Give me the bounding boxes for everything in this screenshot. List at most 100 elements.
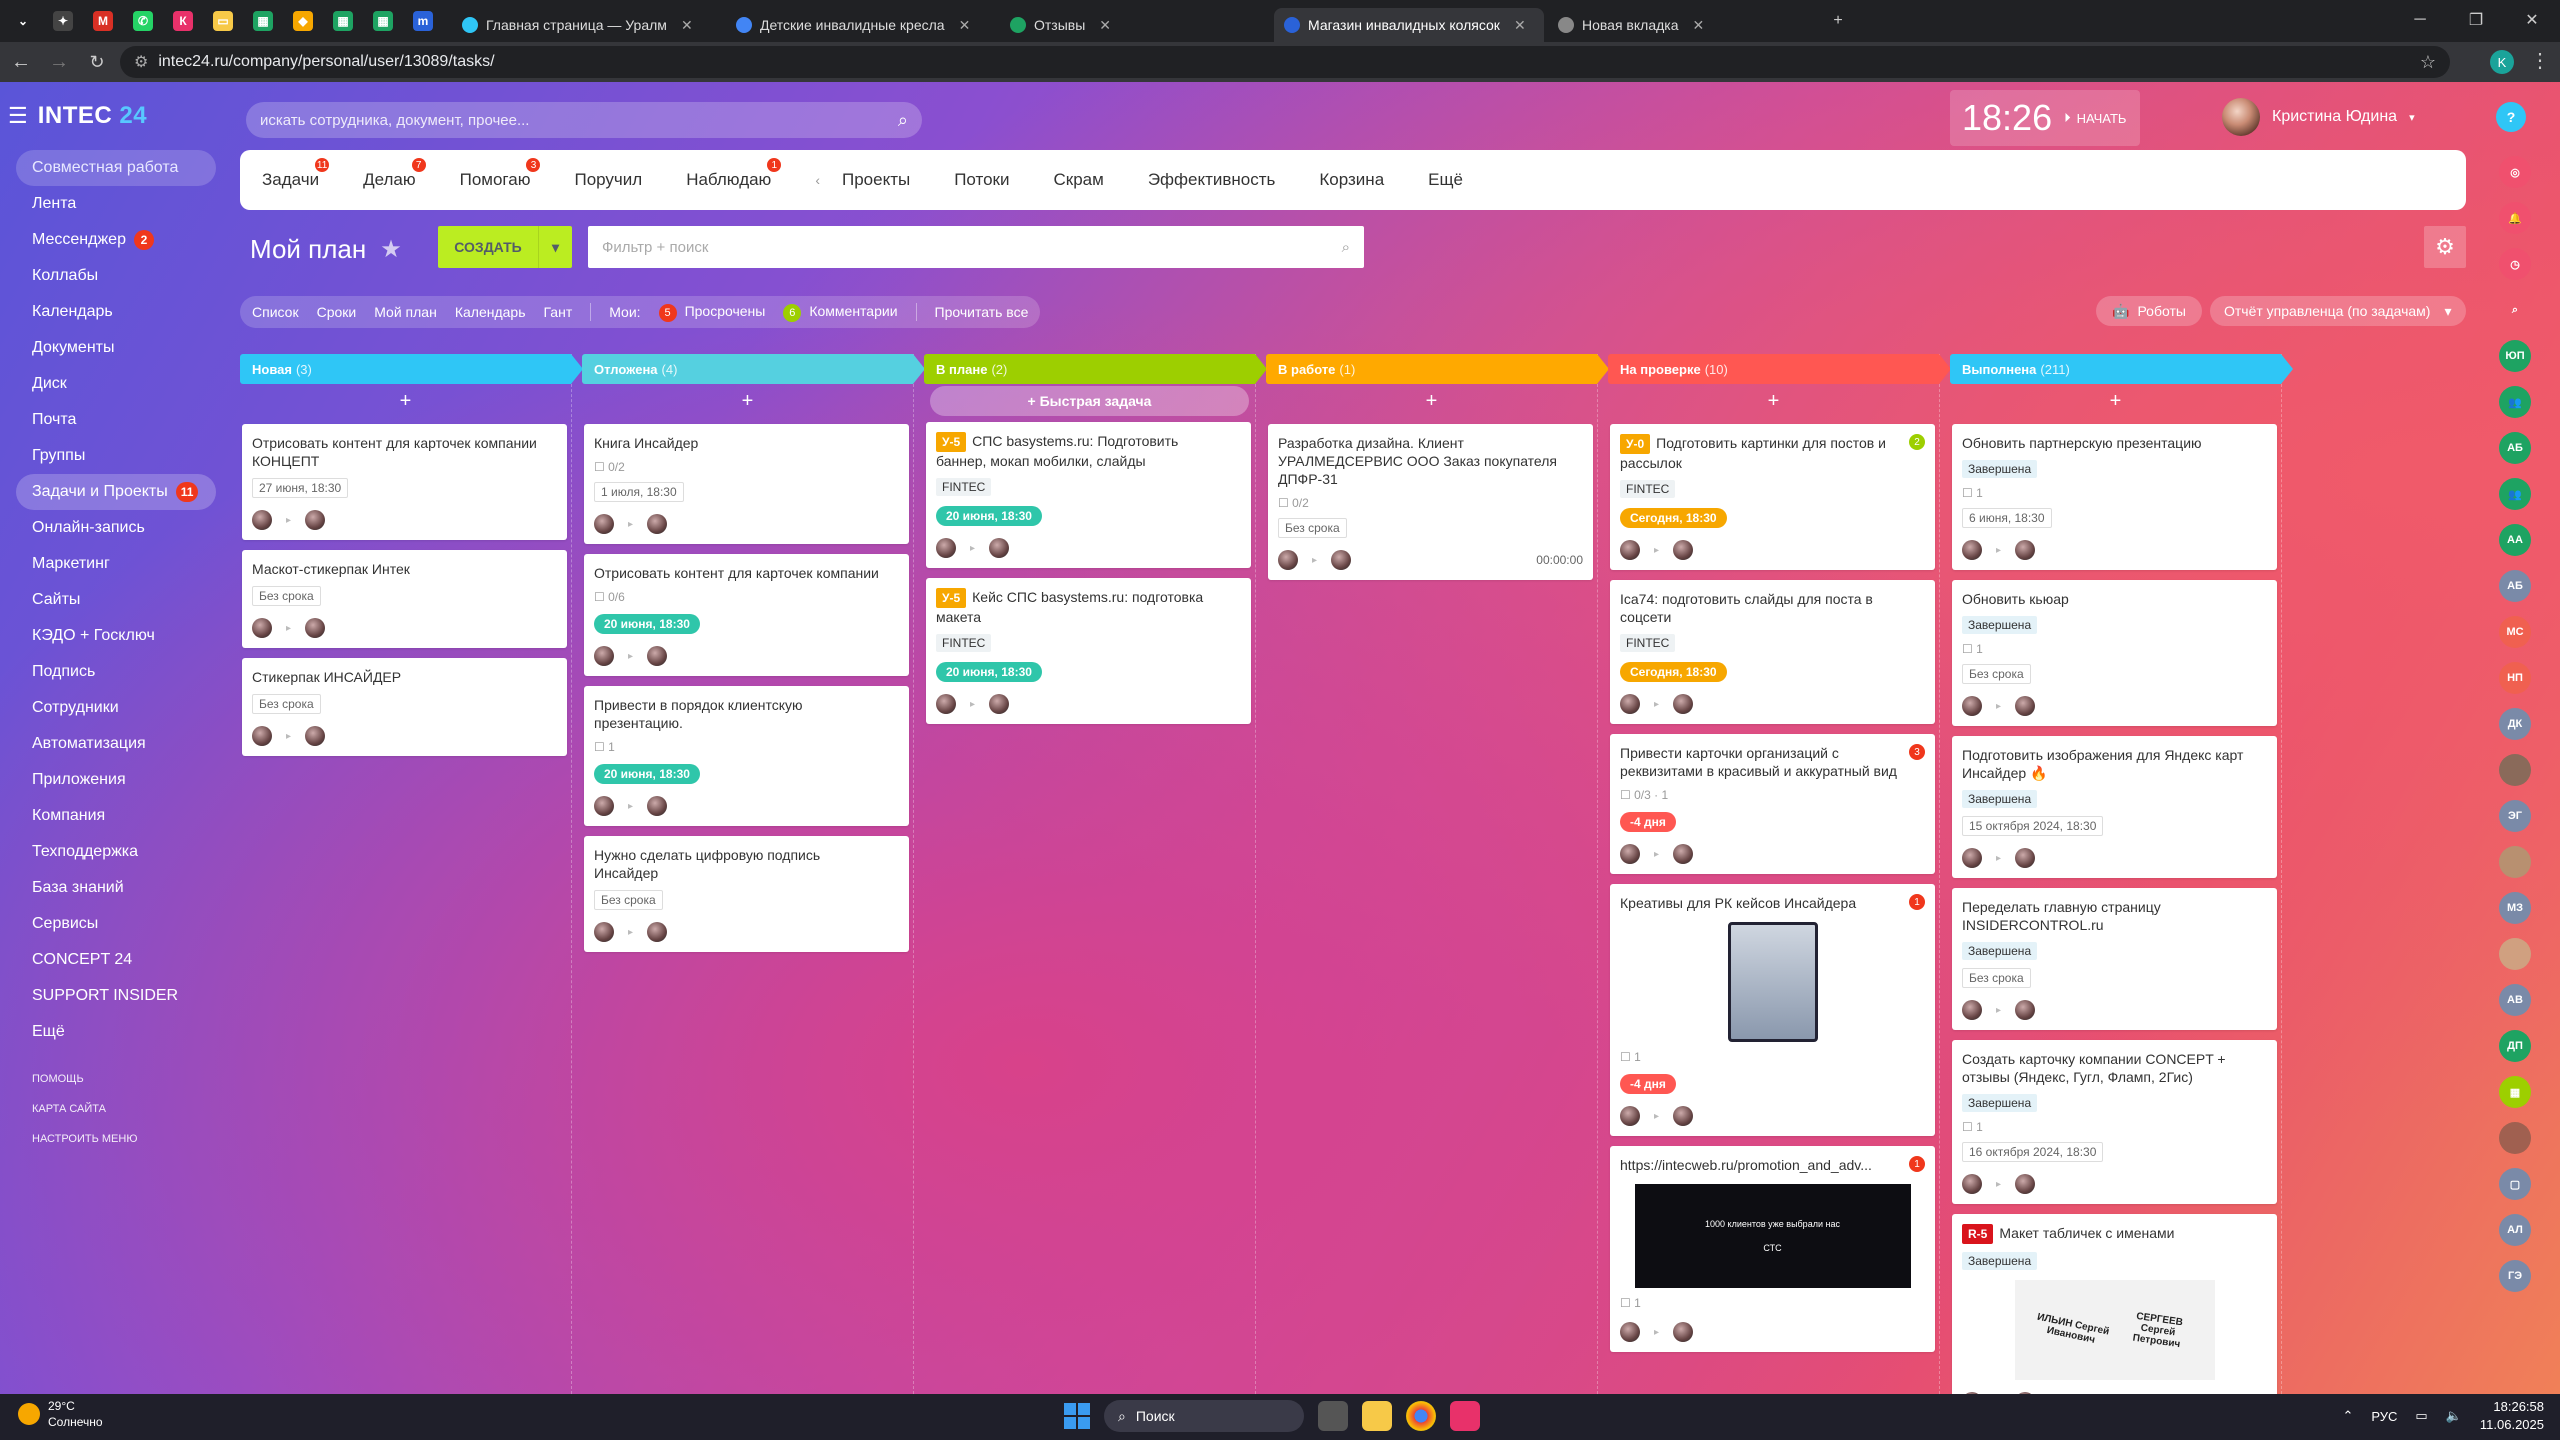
task-title[interactable]: Креативы для РК кейсов Инсайдера	[1620, 894, 1925, 912]
responsible-avatar[interactable]	[2015, 540, 2036, 560]
read-all-link[interactable]: Прочитать все	[935, 304, 1029, 320]
view-tab[interactable]: Гант	[544, 304, 573, 320]
creator-avatar[interactable]	[1962, 1174, 1982, 1194]
search-icon[interactable]: ⌕	[1342, 239, 1350, 256]
overdue-filter[interactable]: 5 Просрочены	[658, 303, 765, 322]
creator-avatar[interactable]	[1962, 540, 1982, 560]
top-nav-item[interactable]: Наблюдаю 1	[686, 158, 782, 190]
contact-avatar[interactable]: АЛ	[2499, 1214, 2531, 1246]
creator-avatar[interactable]	[1620, 844, 1640, 864]
creator-avatar[interactable]	[252, 726, 272, 746]
view-tab[interactable]: Список	[252, 304, 299, 320]
left-menu-item[interactable]: Сервисы	[16, 906, 216, 942]
task-title[interactable]: У-0 Подготовить картинки для постов и рас…	[1620, 434, 1925, 472]
pinned-tab[interactable]: ▦	[246, 6, 280, 36]
creator-avatar[interactable]	[1962, 696, 1982, 716]
left-menu-item[interactable]: Ещё	[16, 1014, 216, 1050]
new-tab-button[interactable]: +	[1818, 0, 1858, 42]
favorite-star-icon[interactable]: ★	[380, 235, 402, 264]
top-nav-item[interactable]: Ещё	[1428, 170, 1463, 190]
task-deadline[interactable]: Без срока	[252, 586, 321, 606]
left-menu-item[interactable]: Мессенджер 2	[16, 222, 216, 258]
task-card[interactable]: Обновить кьюар Завершена ☐ 1 Без срока ▸	[1952, 580, 2277, 726]
contact-avatar[interactable]	[2499, 754, 2531, 786]
volume-icon[interactable]: 🔈	[2446, 1408, 2462, 1424]
left-menu-item[interactable]: Календарь	[16, 294, 216, 330]
left-menu-link[interactable]: НАСТРОИТЬ МЕНЮ	[16, 1124, 216, 1154]
task-tag[interactable]: FINTEC	[936, 634, 992, 652]
task-card[interactable]: Отрисовать контент для карточек компании…	[242, 424, 567, 540]
browser-tab[interactable]: Отзывы ✕	[1000, 8, 1270, 42]
responsible-avatar[interactable]	[1673, 694, 1694, 714]
contact-avatar[interactable]: ЭГ	[2499, 800, 2531, 832]
close-tab-icon[interactable]: ✕	[1693, 17, 1705, 34]
creator-avatar[interactable]	[252, 510, 272, 530]
app-icon[interactable]	[1450, 1401, 1480, 1431]
left-menu-item[interactable]: Сотрудники	[16, 690, 216, 726]
start-workday-button[interactable]: ⏵ НАЧАТЬ	[2064, 110, 2126, 126]
task-title[interactable]: У-5 СПС basystems.ru: Подготовить баннер,…	[936, 432, 1241, 470]
task-card[interactable]: Книга Инсайдер ☐ 0/2 1 июля, 18:30 ▸	[584, 424, 909, 544]
reload-icon[interactable]: ↻	[80, 45, 114, 79]
left-menu-item[interactable]: SUPPORT INSIDER	[16, 978, 216, 1014]
view-tab[interactable]: Календарь	[455, 304, 526, 320]
responsible-avatar[interactable]	[989, 694, 1010, 714]
creator-avatar[interactable]	[936, 538, 956, 558]
responsible-avatar[interactable]	[1673, 1322, 1694, 1342]
creator-avatar[interactable]	[594, 514, 614, 534]
responsible-avatar[interactable]	[305, 726, 326, 746]
worktime-widget[interactable]: 18:26 ⏵ НАЧАТЬ	[1950, 90, 2140, 146]
responsible-avatar[interactable]	[305, 510, 326, 530]
left-menu-item[interactable]: База знаний	[16, 870, 216, 906]
close-tab-icon[interactable]: ✕	[1514, 17, 1526, 34]
responsible-avatar[interactable]	[2015, 1174, 2036, 1194]
profile-avatar[interactable]: K	[2490, 50, 2514, 74]
left-menu-item[interactable]: Маркетинг	[16, 546, 216, 582]
pinned-tab[interactable]: m	[406, 6, 440, 36]
pinned-tab[interactable]: ✦	[46, 6, 80, 36]
task-deadline[interactable]: -4 дня	[1620, 812, 1676, 832]
task-deadline[interactable]: Сегодня, 18:30	[1620, 662, 1727, 682]
task-title[interactable]: Нужно сделать цифровую подпись Инсайдер	[594, 846, 899, 882]
task-card[interactable]: Нужно сделать цифровую подпись Инсайдер Б…	[584, 836, 909, 952]
global-search-input[interactable]: искать сотрудника, документ, прочее... ⌕	[246, 102, 922, 138]
robots-button[interactable]: 🤖 Роботы	[2096, 296, 2202, 326]
left-menu-link[interactable]: КАРТА САЙТА	[16, 1094, 216, 1124]
pinned-tab[interactable]: ✆	[126, 6, 160, 36]
creator-avatar[interactable]	[936, 694, 956, 714]
column-header[interactable]: В плане (2)	[924, 354, 1267, 384]
task-card[interactable]: Создать карточку компании CONCEPT + отзы…	[1952, 1040, 2277, 1204]
left-menu-item[interactable]: Лента	[16, 186, 216, 222]
pinned-tab[interactable]: ▦	[326, 6, 360, 36]
forward-icon[interactable]: →	[42, 45, 76, 79]
creator-avatar[interactable]	[1278, 550, 1298, 570]
responsible-avatar[interactable]	[1331, 550, 1352, 570]
create-dropdown-icon[interactable]: ▾	[538, 226, 572, 268]
left-menu-item[interactable]: Онлайн-запись	[16, 510, 216, 546]
creator-avatar[interactable]	[1962, 848, 1982, 868]
filter-search-input[interactable]: Фильтр + поиск ⌕	[588, 226, 1364, 268]
task-deadline[interactable]: Без срока	[1278, 518, 1347, 538]
creator-avatar[interactable]	[1620, 540, 1640, 560]
task-tag[interactable]: FINTEC	[1620, 480, 1676, 498]
task-tag[interactable]: FINTEC	[1620, 634, 1676, 652]
burger-menu-icon[interactable]: ☰	[8, 103, 28, 129]
task-card[interactable]: Отрисовать контент для карточек компании…	[584, 554, 909, 676]
top-nav-item[interactable]: Поручил	[574, 170, 642, 190]
comments-filter[interactable]: 6 Комментарии	[783, 303, 898, 322]
pinned-tab[interactable]: ⌄	[6, 6, 40, 36]
top-nav-item[interactable]: Скрам	[1054, 170, 1104, 190]
left-menu-item[interactable]: Диск	[16, 366, 216, 402]
task-title[interactable]: Создать карточку компании CONCEPT + отзы…	[1962, 1050, 2267, 1086]
user-menu[interactable]: Кристина Юдина ▾	[2222, 98, 2415, 136]
contact-avatar[interactable]: ДК	[2499, 708, 2531, 740]
creator-avatar[interactable]	[594, 646, 614, 666]
contact-avatar[interactable]: АБ	[2499, 432, 2531, 464]
pinned-tab[interactable]: К	[166, 6, 200, 36]
task-deadline[interactable]: Без срока	[252, 694, 321, 714]
tray-arrow-icon[interactable]: ⌃	[2342, 1408, 2353, 1424]
language-indicator[interactable]: РУС	[2371, 1409, 2397, 1424]
responsible-avatar[interactable]	[2015, 1000, 2036, 1020]
task-image[interactable]: ИЛЬИН Сергей Иванович СЕРГЕЕВ Сергей Петр…	[1962, 1280, 2267, 1380]
creator-avatar[interactable]	[594, 796, 614, 816]
